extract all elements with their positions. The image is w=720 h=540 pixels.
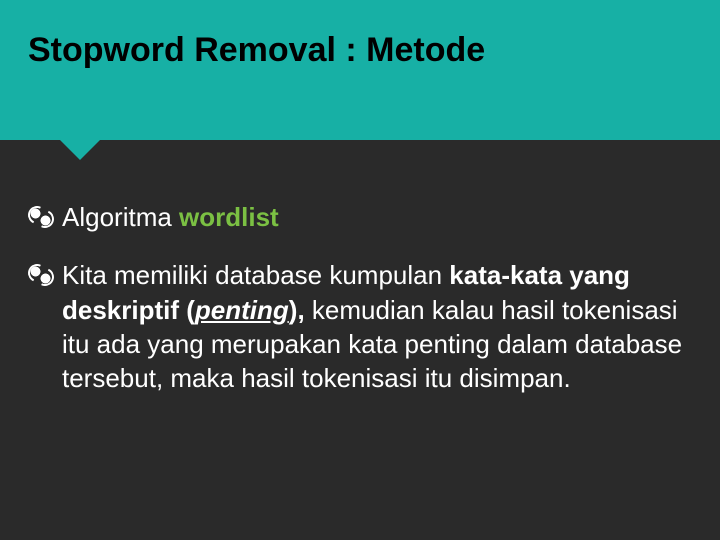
bullet-item: Kita memiliki database kumpulan kata-kat… xyxy=(28,258,692,395)
swirl-bullet-icon xyxy=(28,206,54,226)
bullet-bold2: ), xyxy=(289,295,305,325)
bullet-text-lead: Kita memiliki database kumpulan xyxy=(62,260,449,290)
swirl-bullet-icon xyxy=(28,264,54,284)
slide-title: Stopword Removal : Metode xyxy=(28,30,692,71)
title-banner: Stopword Removal : Metode xyxy=(0,0,720,140)
slide: Stopword Removal : Metode Algoritma word… xyxy=(0,0,720,540)
bullet-item: Algoritma wordlist xyxy=(28,200,692,234)
slide-body: Algoritma wordlist Kita memiliki databas… xyxy=(0,140,720,396)
bullet-text-lead: Algoritma xyxy=(62,202,179,232)
bullet-italic: penting xyxy=(195,295,289,325)
bullet-keyword: wordlist xyxy=(179,202,279,232)
